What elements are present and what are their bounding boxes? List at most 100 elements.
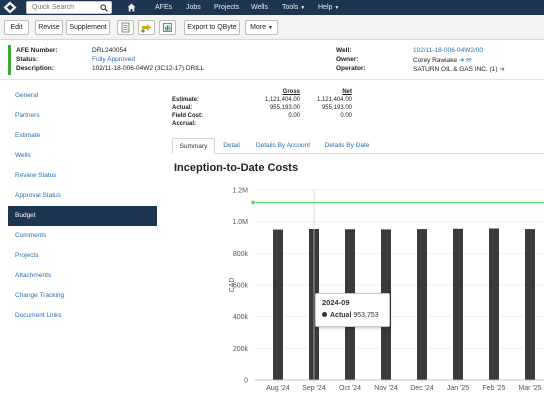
x-tick-label: Jan '25	[447, 385, 469, 392]
caret-down-icon: ▼	[334, 5, 340, 11]
chart-tooltip: 2024-09 Actual 953,753	[315, 293, 390, 327]
nav-tools[interactable]: Tools ▼	[282, 0, 305, 15]
edit-button[interactable]: Edit	[4, 20, 29, 35]
sidebar-item-partners[interactable]: Partners	[8, 106, 157, 126]
export-to-qbyte-button[interactable]: Export to QByte	[184, 20, 240, 35]
sidebar-item-attachments[interactable]: Attachments	[8, 266, 157, 286]
description-value: 102/11-18-006-04W2 (3C12-17) DRILL	[92, 65, 205, 72]
nav-jobs[interactable]: Jobs	[186, 0, 201, 15]
arrow-right-icon[interactable]: ➜	[499, 66, 504, 73]
y-tick-label: 1.0M	[232, 219, 248, 226]
summary-gross-value: 955,193.00	[269, 105, 300, 111]
email-icon[interactable]: ✉	[466, 57, 471, 64]
status-value-link[interactable]: Fully Approved	[92, 56, 135, 63]
status-label: Status:	[16, 56, 39, 63]
summary-net-value: 955,193.00	[321, 105, 352, 111]
y-tick-label: 400k	[233, 314, 249, 321]
sidebar-item-comments[interactable]: Comments	[8, 226, 157, 246]
caret-down-icon: ▼	[267, 25, 273, 31]
afe-sidebar-menu: General Partners Estimate Wells Review S…	[8, 86, 157, 326]
home-icon[interactable]	[127, 3, 136, 12]
more-dropdown-button[interactable]: More ▼	[245, 20, 278, 35]
description-label: Description:	[16, 65, 54, 72]
x-tick-label: Oct '24	[339, 385, 361, 392]
nav-tools-label: Tools	[282, 4, 299, 11]
action-toolbar: Edit Revise Supplement Export to QByte M…	[0, 15, 544, 40]
owner-row: Corey Rawlake ➜ ✉	[413, 56, 472, 64]
tooltip-value: 953,753	[353, 312, 379, 319]
well-link[interactable]: 102/11-18-006-04W2/00	[413, 47, 483, 54]
sidebar-item-wells[interactable]: Wells	[8, 146, 157, 166]
well-label: Well:	[336, 47, 352, 54]
owner-value: Corey Rawlake	[413, 57, 458, 64]
y-axis-label: CAD	[229, 278, 236, 293]
more-label: More	[250, 24, 267, 31]
summary-row-label: Actual:	[172, 105, 193, 111]
operator-label: Operator:	[336, 65, 366, 72]
divider	[0, 79, 544, 80]
x-tick-label: Aug '24	[266, 385, 290, 392]
x-tick-label: Feb '25	[482, 385, 505, 392]
bar-2025-03	[525, 229, 535, 380]
arrow-right-icon[interactable]: ➜	[459, 57, 464, 64]
chart-title: Inception-to-Date Costs	[174, 162, 299, 174]
tooltip-series-line: Actual 953,753	[322, 312, 383, 319]
supplement-button[interactable]: Supplement	[66, 20, 110, 35]
estimate-reference-marker	[251, 200, 255, 205]
document-icon	[121, 22, 130, 33]
report-action-button[interactable]	[159, 20, 176, 35]
nav-wells[interactable]: Wells	[251, 0, 268, 15]
gross-column-header: Gross	[282, 89, 300, 95]
sidebar-item-estimate[interactable]: Estimate	[8, 126, 157, 146]
sidebar-item-budget[interactable]: Budget	[8, 206, 157, 226]
x-tick-label: Nov '24	[374, 385, 398, 392]
inception-to-date-costs-chart: 0200k400k600k800k1.0M1.2MCADAug '24 Sep '…	[229, 188, 544, 392]
nav-help[interactable]: Help ▼	[318, 0, 339, 15]
afe-number-value: DRL240054	[92, 47, 127, 54]
app-logo-icon[interactable]	[3, 1, 17, 14]
sidebar-item-document-links[interactable]: Document Links	[8, 306, 157, 326]
summary-row-label: Accrual:	[172, 121, 197, 127]
owner-label: Owner:	[336, 56, 359, 63]
y-tick-label: 1.2M	[232, 188, 248, 195]
tab-details-by-account[interactable]: Details By Account	[253, 138, 313, 154]
summary-row-label: Field Cost:	[172, 113, 203, 119]
sidebar-item-projects[interactable]: Projects	[8, 246, 157, 266]
summary-header-row: Gross Net	[172, 88, 362, 96]
report-icon	[163, 23, 172, 32]
status-row: Status:	[16, 56, 38, 63]
search-icon[interactable]	[100, 4, 108, 12]
description-row: Description:	[16, 65, 54, 72]
sidebar-item-change-tracking[interactable]: Change Tracking	[8, 286, 157, 306]
share-arrows-icon	[141, 24, 151, 33]
sidebar-item-approval-status[interactable]: Approval Status	[8, 186, 157, 206]
bar-2024-12	[417, 229, 427, 380]
tooltip-series-name: Actual	[330, 312, 352, 319]
tab-detail[interactable]: Detail	[219, 138, 244, 154]
caret-down-icon: ▼	[300, 5, 306, 11]
share-action-button[interactable]	[138, 20, 155, 35]
y-tick-label: 800k	[233, 251, 249, 258]
summary-net-value: 0.00	[340, 113, 352, 119]
quick-search-input[interactable]	[27, 2, 97, 13]
summary-net-value: 1,121,404.00	[316, 97, 352, 103]
x-tick-label: Mar '25	[518, 385, 541, 392]
budget-tabs: Summary Detail Details By Account Detail…	[172, 138, 544, 154]
x-tick-label: Dec '24	[410, 385, 434, 392]
summary-gross-value: 0.00	[288, 113, 300, 119]
sidebar-item-general[interactable]: General	[8, 86, 157, 106]
series-dot-icon	[322, 312, 327, 317]
nav-projects[interactable]: Projects	[214, 0, 239, 15]
summary-row: Estimate: 1,121,404.00 1,121,404.00	[172, 96, 362, 104]
bar-2024-08	[273, 229, 283, 380]
sidebar-item-review-status[interactable]: Review Status	[8, 166, 157, 186]
tab-summary[interactable]: Summary	[172, 138, 215, 154]
x-tick-label: Sep '24	[302, 385, 326, 392]
nav-help-label: Help	[318, 4, 333, 11]
tab-details-by-date[interactable]: Details By Date	[321, 138, 373, 154]
document-action-button[interactable]	[117, 20, 134, 35]
revise-button[interactable]: Revise	[35, 20, 63, 35]
operator-value: SATURN OIL & GAS INC. (1)	[413, 66, 498, 73]
bar-2025-02	[489, 228, 499, 380]
nav-afes[interactable]: AFEs	[155, 0, 172, 15]
